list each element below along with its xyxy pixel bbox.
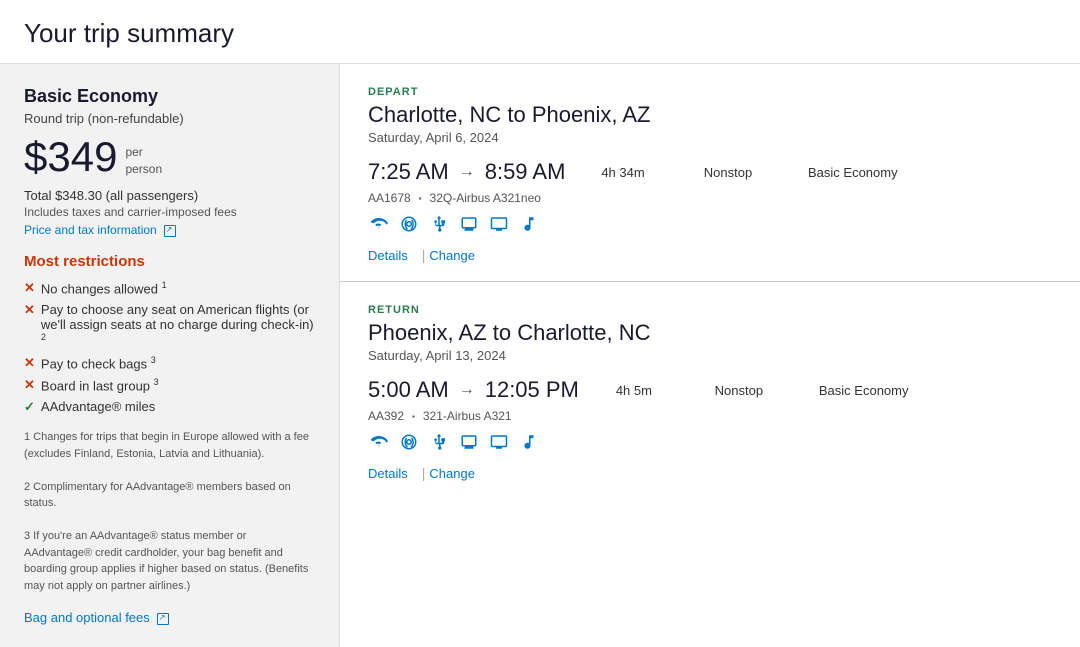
power-icon: [398, 213, 420, 235]
restriction-seat-choice: ✕ Pay to choose any seat on American fli…: [24, 302, 315, 348]
tv-icon-return: [488, 431, 510, 453]
trip-type-label: Round trip (non-refundable): [24, 111, 315, 126]
return-flight-row: 5:00 AM → 12:05 PM 4h 5m Nonstop Basic E…: [368, 377, 1052, 403]
dot-separator: ▪: [419, 194, 422, 203]
external-link-icon: [164, 225, 176, 237]
depart-duration: 4h 34m: [588, 165, 658, 180]
return-section: RETURN Phoenix, AZ to Charlotte, NC Satu…: [340, 281, 1080, 499]
price-amount: $349: [24, 136, 117, 178]
most-restrictions-label: Most restrictions: [24, 253, 315, 270]
depart-details-row: AA1678 ▪ 32Q-Airbus A321neo: [368, 191, 1052, 205]
depart-change-link[interactable]: Change: [429, 248, 485, 263]
fare-class-title: Basic Economy: [24, 86, 315, 107]
external-link-icon-bag: [157, 613, 169, 625]
depart-times: 7:25 AM → 8:59 AM: [368, 159, 568, 185]
return-duration: 4h 5m: [599, 383, 669, 398]
depart-flight-row: 7:25 AM → 8:59 AM 4h 34m Nonstop Basic E…: [368, 159, 1052, 185]
depart-time: 7:25 AM: [368, 159, 449, 185]
x-icon: ✕: [24, 377, 35, 393]
return-actions: Details | Change: [368, 465, 1052, 481]
power-icon-return: [398, 431, 420, 453]
right-panel: DEPART Charlotte, NC to Phoenix, AZ Satu…: [340, 64, 1080, 647]
music-icon-return: [518, 431, 540, 453]
depart-actions: Details | Change: [368, 247, 1052, 263]
dot-separator2: ▪: [412, 412, 415, 421]
depart-flight-num: AA1678: [368, 191, 411, 205]
return-depart-time: 5:00 AM: [368, 377, 449, 403]
usb-icon: [428, 213, 450, 235]
check-icon: ✓: [24, 399, 35, 415]
return-times: 5:00 AM → 12:05 PM: [368, 377, 579, 403]
depart-cabin: Basic Economy: [808, 165, 898, 180]
restriction-no-changes: ✕ No changes allowed 1: [24, 280, 315, 296]
page-title: Your trip summary: [0, 0, 1080, 64]
return-date: Saturday, April 13, 2024: [368, 348, 1052, 363]
depart-date: Saturday, April 6, 2024: [368, 130, 1052, 145]
return-aircraft: 321-Airbus A321: [423, 409, 512, 423]
x-icon: ✕: [24, 355, 35, 371]
restrictions-list: ✕ No changes allowed 1 ✕ Pay to choose a…: [24, 280, 315, 415]
depart-details-link[interactable]: Details: [368, 248, 418, 263]
separator2: |: [422, 465, 426, 481]
left-panel: Basic Economy Round trip (non-refundable…: [0, 64, 340, 647]
restriction-check-bags: ✕ Pay to check bags 3: [24, 355, 315, 371]
return-flight-num: AA392: [368, 409, 404, 423]
arrow-icon: →: [459, 163, 475, 181]
return-route: Phoenix, AZ to Charlotte, NC: [368, 320, 1052, 346]
separator: |: [422, 247, 426, 263]
footnote1: 1 Changes for trips that begin in Europe…: [24, 429, 315, 594]
return-nonstop: Nonstop: [699, 383, 779, 398]
wifi-icon-return: [368, 431, 390, 453]
price-tax-link[interactable]: Price and tax information: [24, 223, 315, 237]
per-person-label: per person: [125, 144, 162, 178]
depart-nonstop: Nonstop: [688, 165, 768, 180]
arrive-time: 8:59 AM: [485, 159, 566, 185]
return-details-row: AA392 ▪ 321-Airbus A321: [368, 409, 1052, 423]
return-label: RETURN: [368, 304, 1052, 316]
x-icon: ✕: [24, 280, 35, 296]
restriction-board-last: ✕ Board in last group 3: [24, 377, 315, 393]
screen-icon-return: [458, 431, 480, 453]
bag-fees-link[interactable]: Bag and optional fees: [24, 610, 315, 625]
return-arrive-time: 12:05 PM: [485, 377, 579, 403]
total-price-label: Total $348.30 (all passengers): [24, 188, 315, 203]
return-details-link[interactable]: Details: [368, 466, 418, 481]
restriction-aadvantage-miles: ✓ AAdvantage® miles: [24, 399, 315, 415]
x-icon: ✕: [24, 302, 35, 318]
music-icon: [518, 213, 540, 235]
depart-section: DEPART Charlotte, NC to Phoenix, AZ Satu…: [340, 64, 1080, 281]
depart-aircraft: 32Q-Airbus A321neo: [430, 191, 541, 205]
return-cabin: Basic Economy: [819, 383, 909, 398]
depart-route: Charlotte, NC to Phoenix, AZ: [368, 102, 1052, 128]
depart-label: DEPART: [368, 86, 1052, 98]
return-amenities: [368, 431, 1052, 453]
depart-amenities: [368, 213, 1052, 235]
screen-icon: [458, 213, 480, 235]
wifi-icon: [368, 213, 390, 235]
return-change-link[interactable]: Change: [429, 466, 485, 481]
includes-taxes-label: Includes taxes and carrier-imposed fees: [24, 205, 315, 219]
tv-icon: [488, 213, 510, 235]
return-arrow-icon: →: [459, 381, 475, 399]
usb-icon-return: [428, 431, 450, 453]
